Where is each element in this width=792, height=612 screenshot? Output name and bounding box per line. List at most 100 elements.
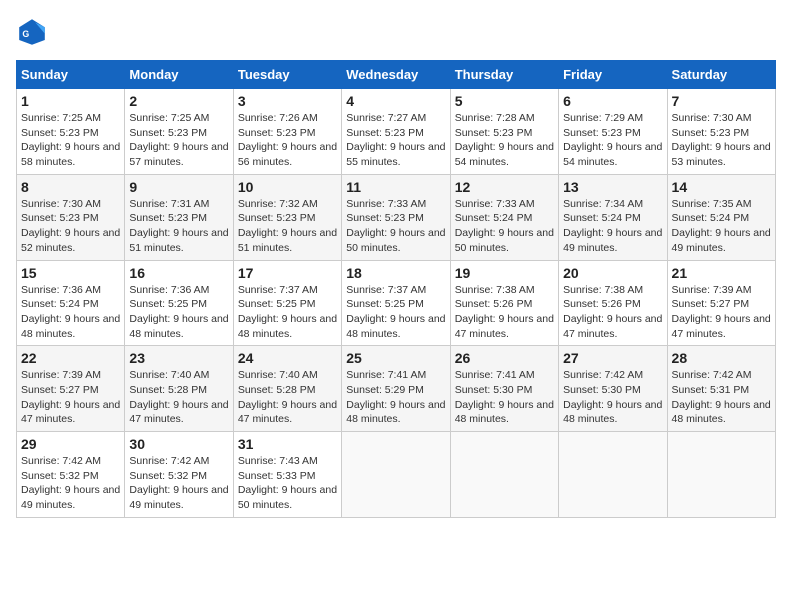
calendar-cell: 10 Sunrise: 7:32 AMSunset: 5:23 PMDayligh… [233, 174, 341, 260]
day-number: 17 [238, 265, 337, 281]
day-number: 23 [129, 350, 228, 366]
cell-detail: Sunrise: 7:34 AMSunset: 5:24 PMDaylight:… [563, 197, 662, 256]
calendar-cell: 1Sunrise: 7:25 AMSunset: 5:23 PMDaylight… [17, 89, 125, 175]
day-number: 27 [563, 350, 662, 366]
day-number: 4 [346, 93, 445, 109]
header-saturday: Saturday [667, 61, 775, 89]
cell-detail: Sunrise: 7:39 AMSunset: 5:27 PMDaylight:… [21, 368, 120, 427]
calendar-week-1: 8Sunrise: 7:30 AMSunset: 5:23 PMDaylight… [17, 174, 776, 260]
calendar-cell [342, 432, 450, 518]
calendar-cell: 15Sunrise: 7:36 AMSunset: 5:24 PMDayligh… [17, 260, 125, 346]
page-header: G [16, 16, 776, 48]
day-number: 10 [238, 179, 337, 195]
calendar-cell: 26 Sunrise: 7:41 AMSunset: 5:30 PMDayligh… [450, 346, 558, 432]
cell-detail: Sunrise: 7:31 AMSunset: 5:23 PMDaylight:… [129, 197, 228, 256]
calendar-cell: 18 Sunrise: 7:37 AMSunset: 5:25 PMDayligh… [342, 260, 450, 346]
calendar-cell: 3 Sunrise: 7:26 AMSunset: 5:23 PMDaylight… [233, 89, 341, 175]
calendar-cell: 13 Sunrise: 7:34 AMSunset: 5:24 PMDayligh… [559, 174, 667, 260]
logo: G [16, 16, 52, 48]
day-number: 12 [455, 179, 554, 195]
calendar-body: 1Sunrise: 7:25 AMSunset: 5:23 PMDaylight… [17, 89, 776, 518]
cell-detail: Sunrise: 7:30 AMSunset: 5:23 PMDaylight:… [672, 111, 771, 170]
cell-detail: Sunrise: 7:41 AMSunset: 5:29 PMDaylight:… [346, 368, 445, 427]
day-number: 6 [563, 93, 662, 109]
calendar-cell: 17 Sunrise: 7:37 AMSunset: 5:25 PMDayligh… [233, 260, 341, 346]
day-number: 2 [129, 93, 228, 109]
cell-detail: Sunrise: 7:42 AMSunset: 5:32 PMDaylight:… [21, 454, 120, 513]
day-number: 25 [346, 350, 445, 366]
day-number: 20 [563, 265, 662, 281]
calendar-cell: 21Sunrise: 7:39 AMSunset: 5:27 PMDayligh… [667, 260, 775, 346]
header-friday: Friday [559, 61, 667, 89]
header-monday: Monday [125, 61, 233, 89]
cell-detail: Sunrise: 7:39 AMSunset: 5:27 PMDaylight:… [672, 283, 771, 342]
header-tuesday: Tuesday [233, 61, 341, 89]
header-sunday: Sunday [17, 61, 125, 89]
calendar-header-row: SundayMondayTuesdayWednesdayThursdayFrid… [17, 61, 776, 89]
day-number: 26 [455, 350, 554, 366]
cell-detail: Sunrise: 7:27 AMSunset: 5:23 PMDaylight:… [346, 111, 445, 170]
cell-detail: Sunrise: 7:37 AMSunset: 5:25 PMDaylight:… [346, 283, 445, 342]
calendar-week-3: 22 Sunrise: 7:39 AMSunset: 5:27 PMDayligh… [17, 346, 776, 432]
cell-detail: Sunrise: 7:25 AMSunset: 5:23 PMDaylight:… [21, 111, 120, 170]
calendar-cell: 14 Sunrise: 7:35 AMSunset: 5:24 PMDayligh… [667, 174, 775, 260]
day-number: 9 [129, 179, 228, 195]
cell-detail: Sunrise: 7:37 AMSunset: 5:25 PMDaylight:… [238, 283, 337, 342]
day-number: 31 [238, 436, 337, 452]
calendar-cell: 4 Sunrise: 7:27 AMSunset: 5:23 PMDaylight… [342, 89, 450, 175]
cell-detail: Sunrise: 7:36 AMSunset: 5:24 PMDaylight:… [21, 283, 120, 342]
calendar-cell: 23Sunrise: 7:40 AMSunset: 5:28 PMDayligh… [125, 346, 233, 432]
day-number: 16 [129, 265, 228, 281]
cell-detail: Sunrise: 7:42 AMSunset: 5:30 PMDaylight:… [563, 368, 662, 427]
calendar-cell: 2 Sunrise: 7:25 AMSunset: 5:23 PMDaylight… [125, 89, 233, 175]
calendar-cell [559, 432, 667, 518]
cell-detail: Sunrise: 7:36 AMSunset: 5:25 PMDaylight:… [129, 283, 228, 342]
day-number: 28 [672, 350, 771, 366]
day-number: 5 [455, 93, 554, 109]
cell-detail: Sunrise: 7:35 AMSunset: 5:24 PMDaylight:… [672, 197, 771, 256]
calendar-cell: 12 Sunrise: 7:33 AMSunset: 5:24 PMDayligh… [450, 174, 558, 260]
day-number: 11 [346, 179, 445, 195]
cell-detail: Sunrise: 7:33 AMSunset: 5:23 PMDaylight:… [346, 197, 445, 256]
cell-detail: Sunrise: 7:26 AMSunset: 5:23 PMDaylight:… [238, 111, 337, 170]
cell-detail: Sunrise: 7:32 AMSunset: 5:23 PMDaylight:… [238, 197, 337, 256]
cell-detail: Sunrise: 7:41 AMSunset: 5:30 PMDaylight:… [455, 368, 554, 427]
calendar-cell: 11 Sunrise: 7:33 AMSunset: 5:23 PMDayligh… [342, 174, 450, 260]
calendar-cell: 27 Sunrise: 7:42 AMSunset: 5:30 PMDayligh… [559, 346, 667, 432]
cell-detail: Sunrise: 7:28 AMSunset: 5:23 PMDaylight:… [455, 111, 554, 170]
calendar-cell: 22 Sunrise: 7:39 AMSunset: 5:27 PMDayligh… [17, 346, 125, 432]
calendar-cell: 24Sunrise: 7:40 AMSunset: 5:28 PMDayligh… [233, 346, 341, 432]
calendar-cell: 29 Sunrise: 7:42 AMSunset: 5:32 PMDayligh… [17, 432, 125, 518]
day-number: 3 [238, 93, 337, 109]
calendar-cell: 6Sunrise: 7:29 AMSunset: 5:23 PMDaylight… [559, 89, 667, 175]
calendar-cell: 8Sunrise: 7:30 AMSunset: 5:23 PMDaylight… [17, 174, 125, 260]
cell-detail: Sunrise: 7:25 AMSunset: 5:23 PMDaylight:… [129, 111, 228, 170]
header-wednesday: Wednesday [342, 61, 450, 89]
calendar-table: SundayMondayTuesdayWednesdayThursdayFrid… [16, 60, 776, 518]
calendar-week-2: 15Sunrise: 7:36 AMSunset: 5:24 PMDayligh… [17, 260, 776, 346]
day-number: 18 [346, 265, 445, 281]
day-number: 29 [21, 436, 120, 452]
calendar-cell: 25 Sunrise: 7:41 AMSunset: 5:29 PMDayligh… [342, 346, 450, 432]
day-number: 22 [21, 350, 120, 366]
day-number: 13 [563, 179, 662, 195]
calendar-cell [450, 432, 558, 518]
cell-detail: Sunrise: 7:33 AMSunset: 5:24 PMDaylight:… [455, 197, 554, 256]
cell-detail: Sunrise: 7:42 AMSunset: 5:32 PMDaylight:… [129, 454, 228, 513]
day-number: 14 [672, 179, 771, 195]
calendar-week-4: 29 Sunrise: 7:42 AMSunset: 5:32 PMDayligh… [17, 432, 776, 518]
cell-detail: Sunrise: 7:42 AMSunset: 5:31 PMDaylight:… [672, 368, 771, 427]
calendar-cell: 31 Sunrise: 7:43 AMSunset: 5:33 PMDayligh… [233, 432, 341, 518]
calendar-cell: 20 Sunrise: 7:38 AMSunset: 5:26 PMDayligh… [559, 260, 667, 346]
cell-detail: Sunrise: 7:40 AMSunset: 5:28 PMDaylight:… [238, 368, 337, 427]
calendar-cell: 28 Sunrise: 7:42 AMSunset: 5:31 PMDayligh… [667, 346, 775, 432]
cell-detail: Sunrise: 7:43 AMSunset: 5:33 PMDaylight:… [238, 454, 337, 513]
day-number: 19 [455, 265, 554, 281]
cell-detail: Sunrise: 7:38 AMSunset: 5:26 PMDaylight:… [563, 283, 662, 342]
cell-detail: Sunrise: 7:30 AMSunset: 5:23 PMDaylight:… [21, 197, 120, 256]
calendar-week-0: 1Sunrise: 7:25 AMSunset: 5:23 PMDaylight… [17, 89, 776, 175]
header-thursday: Thursday [450, 61, 558, 89]
calendar-cell: 30Sunrise: 7:42 AMSunset: 5:32 PMDayligh… [125, 432, 233, 518]
logo-icon: G [16, 16, 48, 48]
cell-detail: Sunrise: 7:38 AMSunset: 5:26 PMDaylight:… [455, 283, 554, 342]
